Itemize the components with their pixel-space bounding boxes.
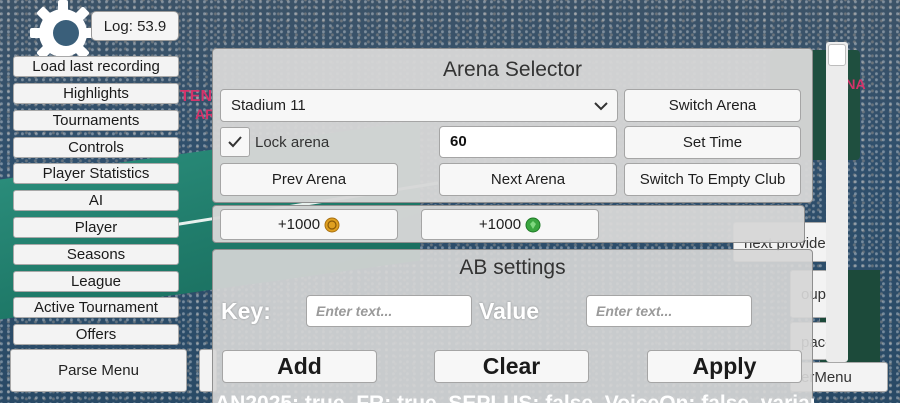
ai-button[interactable]: AI	[13, 190, 179, 211]
player-button[interactable]: Player	[13, 217, 179, 238]
green-gem-icon	[525, 217, 541, 232]
lock-arena-row: Lock arena	[220, 126, 329, 158]
next-arena-button[interactable]: Next Arena	[439, 163, 617, 196]
sponsor-sign: TEN	[180, 88, 212, 105]
key-label: Key:	[221, 298, 271, 324]
panel-title: Arena Selector	[443, 58, 582, 81]
lock-arena-label: Lock arena	[255, 133, 330, 151]
clear-button[interactable]: Clear	[434, 350, 589, 383]
next-arena-label: Next Arena	[490, 171, 566, 188]
load-last-recording-button[interactable]: Load last recording	[13, 56, 179, 77]
add-coins-label: +1000	[277, 216, 321, 233]
key-input[interactable]: Enter text...	[306, 295, 472, 327]
lock-arena-checkbox[interactable]	[220, 127, 250, 157]
add-gems-button[interactable]: +1000	[421, 209, 599, 240]
switch-to-empty-club-button[interactable]: Switch To Empty Club	[624, 163, 801, 196]
active-tournament-button[interactable]: Active Tournament	[13, 297, 179, 318]
add-gems-label: +1000	[478, 216, 522, 233]
seasons-button[interactable]: Seasons	[13, 244, 179, 265]
checkmark-icon	[228, 136, 242, 148]
offers-button[interactable]: Offers	[13, 324, 179, 345]
arena-selector-panel: Arena Selector Stadium 11 Switch Arena L…	[212, 48, 813, 203]
ab-status-line: AN2025: true, FR: true, SEPLUS: false, V…	[213, 392, 814, 403]
switch-arena-button[interactable]: Switch Arena	[624, 89, 801, 122]
league-button[interactable]: League	[13, 271, 179, 292]
value-label: Value	[479, 298, 540, 324]
highlights-button[interactable]: Highlights	[13, 83, 179, 104]
tournaments-button[interactable]: Tournaments	[13, 110, 179, 131]
set-time-button[interactable]: Set Time	[624, 126, 801, 159]
arena-dropdown[interactable]: Stadium 11	[220, 89, 618, 122]
scrollbar[interactable]	[826, 42, 848, 362]
ab-settings-title: AB settings	[459, 256, 566, 279]
log-display: Log: 53.9	[91, 11, 179, 41]
add-coins-button[interactable]: +1000	[220, 209, 398, 240]
apply-button[interactable]: Apply	[647, 350, 802, 383]
scrollbar-thumb[interactable]	[828, 44, 846, 66]
gold-coin-icon	[324, 217, 340, 232]
time-input[interactable]: 60	[439, 126, 617, 158]
prev-arena-button[interactable]: Prev Arena	[220, 163, 398, 196]
player-statistics-button[interactable]: Player Statistics	[13, 163, 179, 184]
controls-button[interactable]: Controls	[13, 137, 179, 158]
chevron-down-icon	[593, 98, 609, 114]
add-button[interactable]: Add	[222, 350, 377, 383]
selected-arena: Stadium 11	[231, 97, 306, 114]
currency-strip: +1000 +1000	[212, 205, 805, 243]
ab-settings-panel: AB settings Key: Enter text... Value Ent…	[212, 249, 814, 403]
parse-menu-button[interactable]: Parse Menu	[10, 349, 187, 392]
value-input[interactable]: Enter text...	[586, 295, 752, 327]
